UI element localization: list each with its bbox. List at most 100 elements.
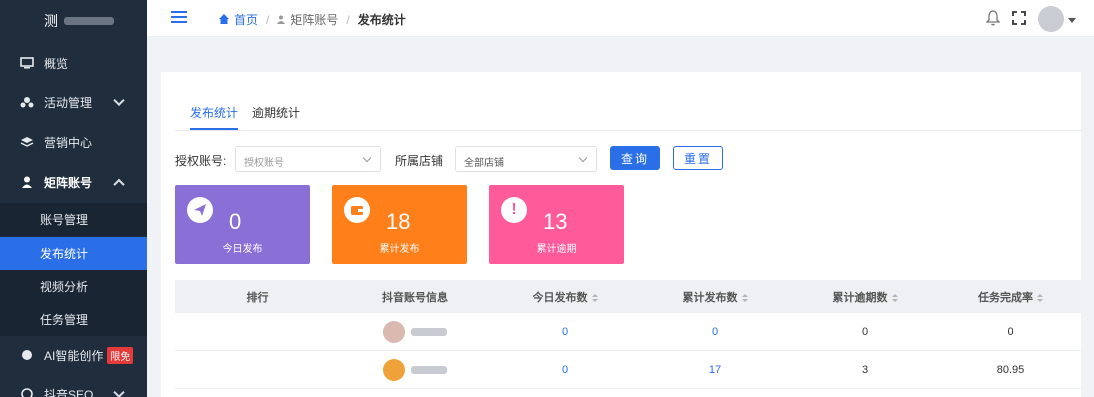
account-name-blurred [411,327,447,336]
chevron-down-icon [362,153,372,163]
cell-today[interactable]: 0 [490,326,640,338]
layers-icon [20,135,34,149]
query-button[interactable]: 查询 [610,146,660,170]
sidebar-item-label: 概览 [44,56,69,71]
sidebar-item-douyin-seo[interactable]: 抖音SEO [0,375,147,397]
stat-label: 累计发布 [379,244,420,255]
stat-label: 累计逾期 [536,244,577,255]
stat-value: 13 [543,209,568,234]
sort-icon[interactable] [591,293,598,302]
home-icon [219,13,229,27]
header-actions [985,6,1076,32]
account-label: 授权账号: [175,154,227,168]
tab-divider [175,130,1081,131]
ai-icon [20,348,34,362]
cell-total[interactable]: 0 [640,326,790,338]
tab-publish-stats[interactable]: 发布统计 [190,104,239,130]
sort-icon[interactable] [1037,293,1043,302]
sidebar-subitem-publish-stats[interactable]: 发布统计 [0,237,147,270]
sidebar-item-label: 营销中心 [44,135,93,150]
wallet-icon [344,197,370,223]
column-header-total[interactable]: 累计发布数 [640,289,790,305]
stat-card-total-publish: 18 累计发布 [332,185,467,264]
tab-bar: 发布统计 逾期统计 [190,104,300,130]
paper-plane-icon [187,197,213,223]
sidebar-item-label: 矩阵账号 [44,175,93,190]
avatar [383,320,405,343]
column-header-account: 抖音账号信息 [382,291,448,304]
column-header-label: 累计逾期数 [832,291,888,304]
cell-today[interactable]: 0 [490,364,640,376]
sidebar-subitem-task-management[interactable]: 任务管理 [0,303,147,336]
breadcrumb-parent[interactable]: 矩阵账号 [290,11,338,28]
sidebar-item-matrix-accounts[interactable]: 矩阵账号 [0,163,147,201]
account-select-placeholder: 授权账号 [244,158,284,169]
column-header-label: 任务完成率 [978,291,1033,304]
brand-initial: 测 [44,13,58,29]
reset-button[interactable]: 重置 [673,146,723,170]
chevron-down-icon [113,94,125,107]
breadcrumb-home[interactable]: 首页 [234,11,258,28]
breadcrumb-separator: / [266,12,270,27]
chevron-down-icon [578,153,588,163]
cell-total[interactable]: 17 [640,364,790,376]
sidebar-subitem-label: 任务管理 [40,313,89,327]
user-icon [277,13,286,27]
sidebar-item-ai-creation[interactable]: AI智能创作 限免 [0,336,147,374]
sidebar-item-overview[interactable]: 概览 [0,44,147,82]
sidebar-item-marketing[interactable]: 营销中心 [0,123,147,161]
cell-account [340,320,490,343]
chevron-down-icon [113,386,125,397]
brand-name-blurred [64,17,114,25]
column-header-label: 累计发布数 [682,291,738,304]
chevron-up-icon [113,178,125,191]
free-badge: 限免 [107,346,134,364]
top-header: 首页 / 矩阵账号 / 发布统计 [147,0,1094,37]
column-header-rate[interactable]: 任务完成率 [940,289,1081,305]
publish-stats-table: 排行 抖音账号信息 今日发布数 累计发布数 累计逾期数 任务完成率 0 0 0 … [175,280,1081,389]
column-header-overdue[interactable]: 累计逾期数 [790,289,940,305]
stat-value: 0 [229,209,242,234]
stat-value: 18 [386,209,411,234]
cell-rate: 80.95 [996,363,1025,376]
fullscreen-icon[interactable] [1012,10,1026,28]
table-row: 0 17 3 80.95 [175,351,1081,389]
stat-card-today-publish: 0 今日发布 [175,185,310,264]
account-name-blurred [411,365,447,374]
account-select[interactable]: 授权账号 [235,146,381,172]
store-select[interactable]: 全部店铺 [455,146,597,172]
sidebar: 测 概览 活动管理 营销中心 矩阵账号 账号管理 发布统计 视频分析 任务管理 … [0,0,147,397]
avatar [383,358,405,381]
tab-overdue-stats[interactable]: 逾期统计 [252,104,300,130]
sidebar-subitem-label: 发布统计 [40,247,89,261]
stat-card-total-overdue: ! 13 累计逾期 [489,185,624,264]
column-header-label: 今日发布数 [532,291,588,304]
monitor-icon [20,56,34,70]
breadcrumb-current: 发布统计 [357,13,406,27]
avatar [1038,6,1064,32]
column-header-today[interactable]: 今日发布数 [490,289,640,305]
user-icon [20,175,34,189]
main-content-card: 发布统计 逾期统计 授权账号: 授权账号 所属店铺 全部店铺 查询 重置 0 今… [161,72,1081,397]
user-menu[interactable] [1038,6,1076,32]
table-header: 排行 抖音账号信息 今日发布数 累计发布数 累计逾期数 任务完成率 [175,280,1081,313]
cell-overdue: 3 [861,363,869,376]
sort-icon[interactable] [891,293,898,302]
sidebar-item-activity[interactable]: 活动管理 [0,83,147,121]
sidebar-item-label: AI智能创作 [44,348,104,363]
brand: 测 [0,0,147,42]
sort-icon[interactable] [741,293,748,302]
activity-icon [20,95,34,109]
caret-down-icon [1068,12,1076,26]
store-label: 所属店铺 [395,154,444,168]
breadcrumb: 首页 / 矩阵账号 / 发布统计 [219,11,406,28]
bell-icon[interactable] [985,9,1001,29]
cell-overdue: 0 [861,325,869,338]
store-select-value: 全部店铺 [464,158,504,169]
sidebar-subitem-video-analysis[interactable]: 视频分析 [0,270,147,303]
sidebar-item-label: 抖音SEO [44,387,94,397]
menu-toggle-icon[interactable] [171,11,187,24]
sidebar-subitem-account-management[interactable]: 账号管理 [0,203,147,236]
alert-icon: ! [501,197,527,223]
seo-icon [20,387,34,397]
